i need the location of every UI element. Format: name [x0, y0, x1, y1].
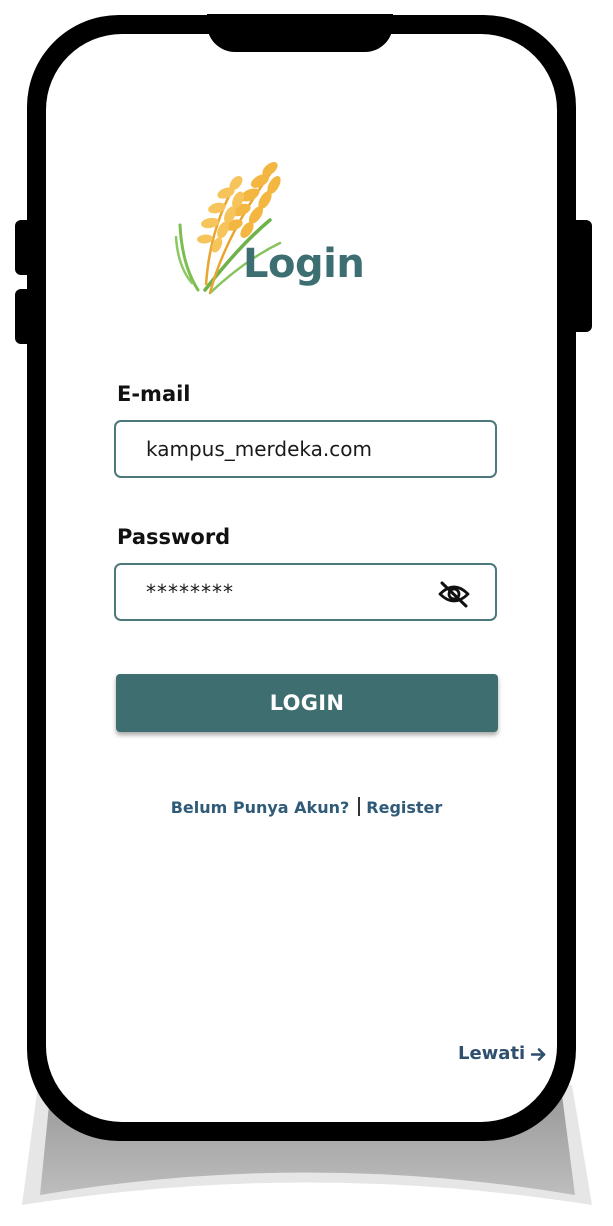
login-button[interactable]: LOGIN	[116, 674, 498, 732]
password-field[interactable]: ********	[114, 563, 497, 621]
skip-label: Lewati	[458, 1043, 526, 1064]
email-label: E-mail	[117, 382, 191, 406]
password-field-value: ********	[146, 580, 234, 604]
email-field[interactable]: kampus_merdeka.com	[114, 420, 497, 478]
page-title: Login	[243, 241, 365, 287]
skip-button[interactable]: Lewati	[458, 1043, 546, 1065]
separator	[358, 797, 361, 816]
arrow-right-icon	[531, 1047, 546, 1061]
password-label: Password	[117, 525, 231, 549]
device-mockup: Login E-mail kampus_merdeka.com Password…	[0, 0, 613, 1226]
register-link[interactable]: Register	[366, 798, 442, 817]
phone-notch	[207, 14, 393, 52]
email-field-value: kampus_merdeka.com	[146, 437, 372, 461]
no-account-text: Belum Punya Akun?	[170, 798, 350, 817]
eye-slash-icon[interactable]	[438, 580, 470, 608]
register-prompt: Belum Punya Akun? Register	[0, 797, 613, 819]
